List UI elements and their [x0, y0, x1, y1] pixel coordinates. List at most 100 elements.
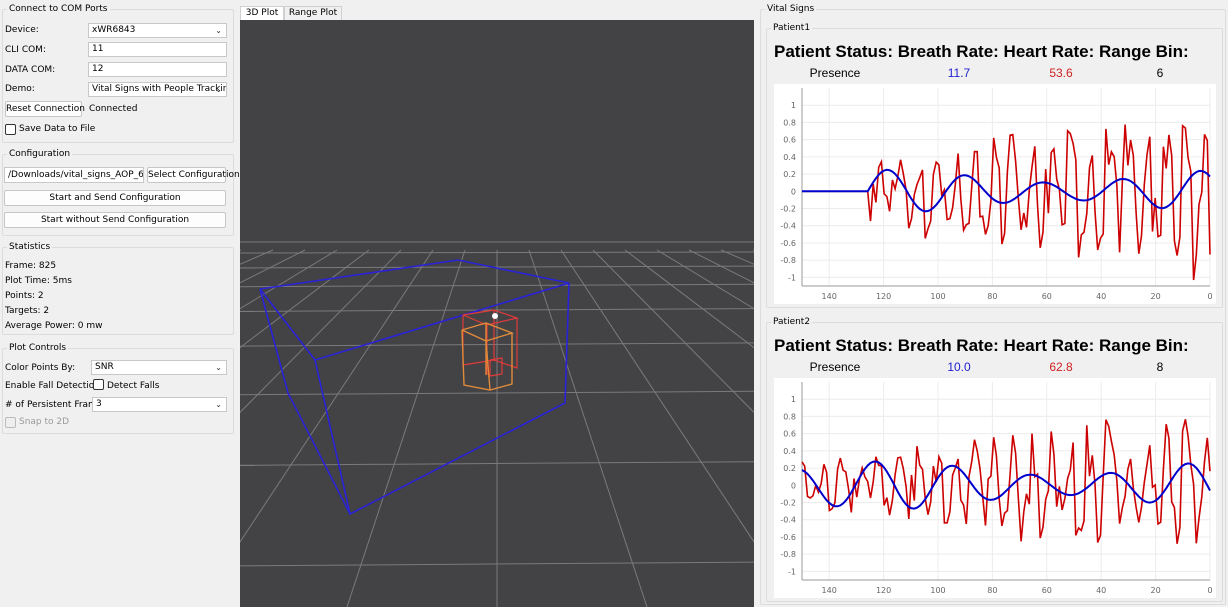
- frame-stat: Frame: 825: [5, 261, 57, 271]
- plot-time-stat: Plot Time: 5ms: [5, 276, 72, 286]
- y-tick-label: -0.2: [780, 499, 796, 508]
- grid-line: [240, 249, 434, 543]
- y-tick-label: -0.2: [780, 205, 796, 214]
- y-tick-label: 0.2: [783, 464, 796, 473]
- grid-line: [240, 249, 274, 265]
- data-com-label: DATA COM:: [5, 65, 56, 75]
- connection-status: Connected: [89, 104, 138, 114]
- patient1-chart[interactable]: 1 0.8 0.6 0.4 0.2 0 -0.2 -0.4 -0.6 -0.8 -1 140 120 10…: [774, 84, 1216, 304]
- cli-com-input[interactable]: 11: [88, 42, 227, 57]
- grid-line: [240, 249, 338, 310]
- data-com-input[interactable]: 12: [88, 62, 227, 77]
- tab-3d-plot[interactable]: 3D Plot: [240, 6, 284, 20]
- y-tick-label: 0.6: [783, 430, 796, 439]
- demo-select[interactable]: Vital Signs with People Tracking ⌄: [88, 82, 227, 97]
- reset-connection-button[interactable]: Reset Connection: [5, 101, 85, 117]
- x-tick-label: 40: [1096, 292, 1106, 301]
- color-points-value: SNR: [95, 362, 114, 372]
- x-tick-label: 140: [822, 586, 837, 595]
- floor-grid: [240, 241, 754, 607]
- configuration-title: Configuration: [7, 149, 73, 159]
- patient1-status-header: Patient Status: Breath Rate: Heart Rate:…: [774, 42, 1189, 61]
- patient2-status: Presence: [809, 360, 861, 374]
- com-ports-title: Connect to COM Ports: [7, 4, 110, 14]
- x-tick-label: 60: [1042, 586, 1052, 595]
- patient1-title: Patient1: [771, 23, 813, 33]
- patient1-status: Presence: [809, 66, 861, 80]
- snap-2d-label: Snap to 2D: [19, 417, 70, 427]
- target-box-red: [462, 309, 520, 377]
- grid-line: [720, 249, 754, 265]
- grid-line: [592, 249, 754, 414]
- save-data-checkbox[interactable]: [5, 124, 16, 135]
- device-label: Device:: [5, 25, 39, 35]
- x-tick-label: 0: [1207, 586, 1212, 595]
- x-tick-label: 100: [930, 292, 945, 301]
- y-tick-label: -1: [788, 567, 796, 576]
- patient2-status-header: Patient Status: Breath Rate: Heart Rate:…: [774, 336, 1189, 355]
- chevron-down-icon: ⌄: [215, 85, 222, 94]
- x-tick-label: 0: [1207, 292, 1212, 301]
- y-tick-label: 0.2: [783, 170, 796, 179]
- y-tick-label: -0.8: [780, 550, 796, 559]
- grid-line: [656, 249, 754, 310]
- chevron-down-icon: ⌄: [215, 26, 222, 35]
- grid-line: [560, 249, 754, 543]
- color-points-label: Color Points By:: [5, 363, 76, 373]
- target-point: [492, 313, 498, 319]
- y-tick-label: 0.6: [783, 136, 796, 145]
- patient2-chart[interactable]: 1 0.8 0.6 0.4 0.2 0 -0.2 -0.4 -0.6 -0.8 -1 140 120 10…: [774, 378, 1216, 598]
- chevron-down-icon: ⌄: [215, 363, 222, 372]
- grid-line: [346, 249, 466, 607]
- device-select[interactable]: xWR6843 ⌄: [88, 23, 227, 38]
- y-tick-label: 0.4: [783, 447, 796, 456]
- y-tick-label: 0: [791, 481, 796, 490]
- patient2-title: Patient2: [771, 317, 813, 327]
- patient2-breath-rate: 10.0: [947, 360, 971, 374]
- y-tick-label: 0.8: [783, 118, 796, 127]
- x-tick-label: 20: [1151, 292, 1161, 301]
- y-tick-label: -1: [788, 273, 796, 282]
- grid-line: [240, 249, 370, 349]
- grid-line: [240, 249, 306, 284]
- patient1-range-bin: 6: [1156, 66, 1164, 80]
- snap-2d-checkbox[interactable]: [5, 417, 16, 428]
- patient2-range-bin: 8: [1156, 360, 1164, 374]
- grid-line: [240, 249, 242, 251]
- y-tick-label: -0.6: [780, 533, 796, 542]
- detect-falls-label: Detect Falls: [107, 381, 160, 391]
- persistent-frames-select[interactable]: 3 ⌄: [92, 397, 227, 412]
- demo-value: Vital Signs with People Tracking: [92, 84, 227, 94]
- series-line-0: [801, 419, 1211, 544]
- start-send-configuration-button[interactable]: Start and Send Configuration: [4, 190, 226, 206]
- fall-detection-label: Enable Fall Detection: [5, 381, 100, 391]
- device-value: xWR6843: [92, 25, 136, 35]
- y-tick-label: -0.4: [780, 222, 796, 231]
- color-points-select[interactable]: SNR ⌄: [91, 360, 227, 375]
- y-tick-label: 1: [791, 395, 796, 404]
- targets-stat: Targets: 2: [5, 306, 50, 316]
- config-path-input[interactable]: /Downloads/vital_signs_AOP_6m.cfg: [4, 167, 144, 183]
- detect-falls-checkbox[interactable]: [93, 379, 104, 390]
- x-tick-label: 120: [876, 292, 891, 301]
- boundary-box-blue: [259, 259, 570, 516]
- x-tick-label: 80: [987, 586, 997, 595]
- select-configuration-button[interactable]: Select Configuration: [147, 167, 240, 183]
- average-power-stat: Average Power: 0 mw: [5, 321, 103, 331]
- y-tick-label: -0.8: [780, 256, 796, 265]
- x-tick-label: 60: [1042, 292, 1052, 301]
- persistent-frames-value: 3: [96, 399, 102, 409]
- y-tick-label: -0.6: [780, 239, 796, 248]
- points-stat: Points: 2: [5, 291, 44, 301]
- x-tick-label: 40: [1096, 586, 1106, 595]
- x-tick-label: 100: [930, 586, 945, 595]
- plot-3d-viewport[interactable]: [240, 20, 754, 607]
- y-tick-label: 0.8: [783, 412, 796, 421]
- plot-controls-title: Plot Controls: [7, 343, 69, 353]
- start-without-configuration-button[interactable]: Start without Send Configuration: [4, 212, 226, 228]
- y-tick-label: 1: [791, 101, 796, 110]
- tab-range-plot[interactable]: Range Plot: [284, 6, 342, 20]
- patient1-heart-rate: 53.6: [1049, 66, 1073, 80]
- grid-line: [688, 249, 754, 284]
- vital-signs-title: Vital Signs: [765, 4, 817, 14]
